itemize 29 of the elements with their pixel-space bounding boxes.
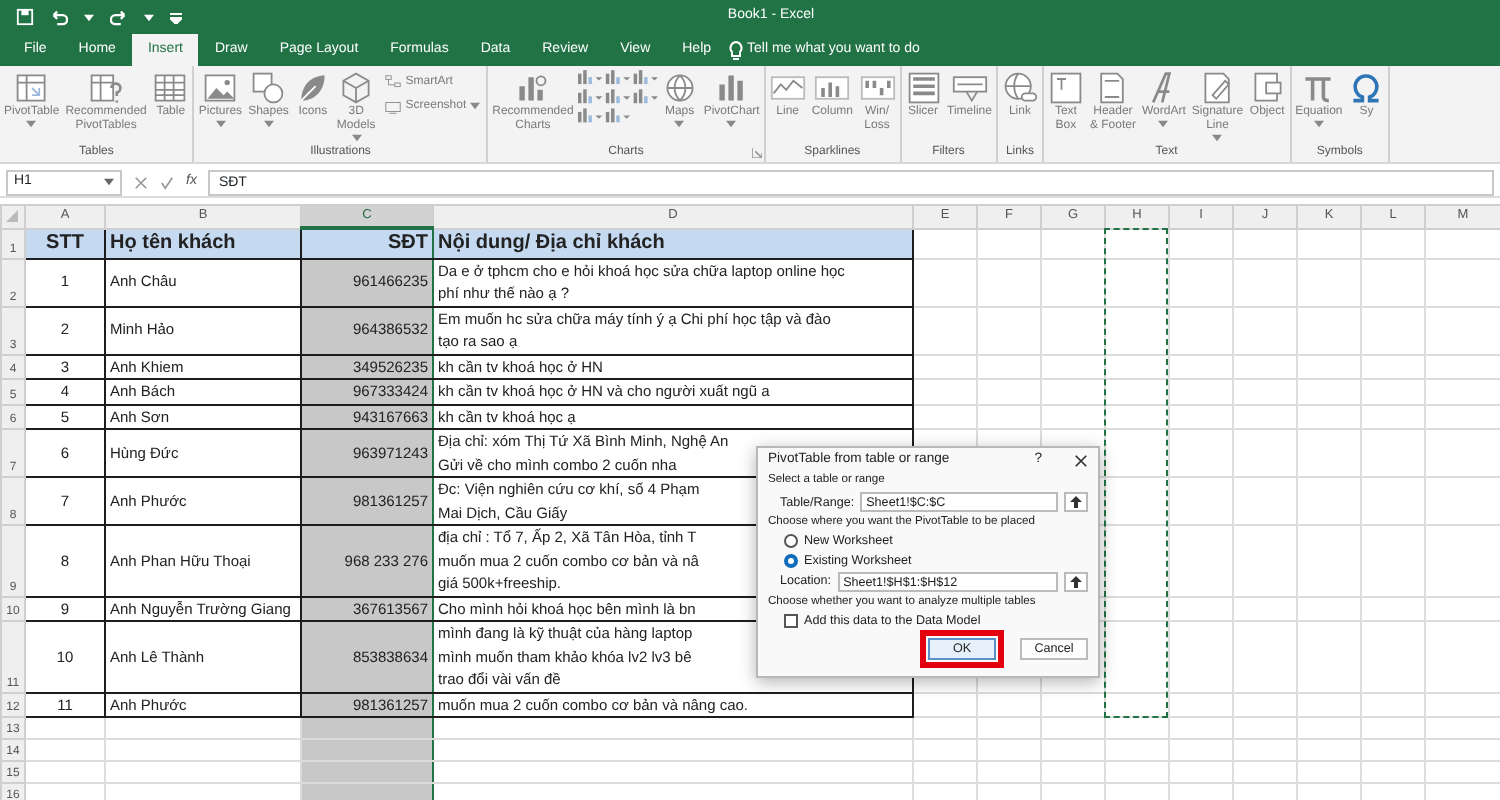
caret-icon xyxy=(104,178,114,186)
collapse-button[interactable] xyxy=(1064,492,1088,513)
undo-icon[interactable] xyxy=(50,8,68,26)
launcher-icon[interactable] xyxy=(751,148,762,158)
close-icon[interactable] xyxy=(1074,453,1088,468)
redo-icon[interactable] xyxy=(110,8,128,26)
caret-icon xyxy=(144,13,154,21)
column-heading: Họ tên khách xyxy=(105,228,301,258)
bar-chart-icon xyxy=(514,70,551,106)
radio-button[interactable] xyxy=(784,553,798,568)
check-icon[interactable] xyxy=(160,175,174,189)
checkbox[interactable] xyxy=(784,613,798,628)
collapse-button[interactable] xyxy=(1064,571,1088,592)
column-heading: Nội dung/ Địa chỉ khách xyxy=(433,228,913,258)
hierarchy-icon xyxy=(383,73,402,91)
radio-button[interactable] xyxy=(784,534,798,549)
omega-icon xyxy=(1348,70,1385,106)
screen-icon xyxy=(383,97,402,115)
column-heading: STT xyxy=(25,228,105,258)
customize-icon[interactable] xyxy=(170,11,182,23)
lightbulb-icon[interactable] xyxy=(727,40,744,60)
save-icon[interactable] xyxy=(16,8,34,26)
cancel-icon[interactable] xyxy=(134,175,148,189)
arrow-up-icon xyxy=(1070,496,1082,509)
column-heading: SĐT xyxy=(301,228,433,258)
cube-icon xyxy=(338,70,375,106)
caret-icon xyxy=(84,13,94,21)
chart-gallery-drawing[interactable] xyxy=(577,70,658,126)
arrow-up-icon xyxy=(1070,575,1082,588)
